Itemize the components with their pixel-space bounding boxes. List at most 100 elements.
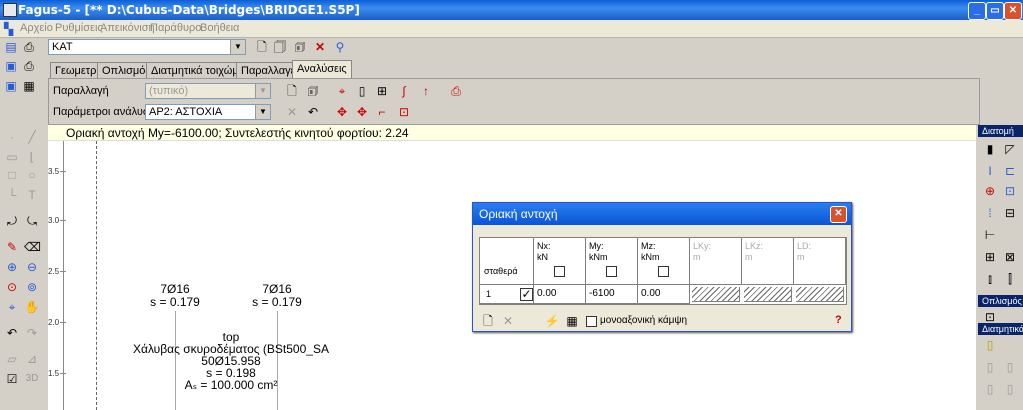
dialog-title: Οριακή αντοχή [479, 207, 558, 221]
calculate-icon[interactable]: ⚡ [543, 312, 561, 330]
edit-part-icon[interactable]: ⊡ [1002, 183, 1018, 199]
chevron-down-icon[interactable]: ▼ [230, 40, 245, 54]
section-poly-icon[interactable]: ◸ [1002, 141, 1018, 157]
y-tick-mark [60, 171, 66, 172]
row-select-checkbox[interactable]: ✓ [520, 288, 533, 301]
mn-diagram-icon[interactable]: ⌐ [373, 103, 391, 121]
new-params-icon[interactable]: 🗋 [283, 82, 301, 100]
save-icon[interactable]: ▣ [2, 57, 20, 75]
shear-icon[interactable]: ⊡ [395, 103, 413, 121]
params-select[interactable]: ΑΡ2: ΑΣΤΟΧΙΑ ▼ [145, 104, 271, 120]
ultimate-icon[interactable]: ✥ [333, 103, 351, 121]
section-analysis-icon[interactable]: ▯ [353, 82, 371, 100]
variant-select: (τυπικό) ▼ [145, 83, 271, 99]
menu-file[interactable]: Αρχείο [20, 22, 53, 34]
mz-cell[interactable]: 0.00 [638, 285, 690, 304]
app-icon[interactable] [3, 3, 17, 17]
column-ld-unit: m [797, 252, 805, 262]
dialog-close-button[interactable]: ✕ [830, 206, 847, 223]
print-preview-icon[interactable]: ⎙ [20, 57, 38, 75]
add-part-icon[interactable]: ⊕ [982, 183, 998, 199]
eraser-icon[interactable]: ⌫ [24, 239, 41, 255]
menu-settings[interactable]: Ρυθμίσεις [55, 22, 103, 34]
save-all-icon[interactable]: ▣ [2, 77, 20, 95]
i-beam-icon[interactable]: I [982, 163, 998, 179]
chevron-down-icon[interactable]: ▼ [255, 105, 270, 119]
align-icon[interactable]: ⫾ [982, 271, 998, 287]
right-header-shear: Διατμητικά [978, 323, 1023, 335]
y-tick: 3.5 [48, 167, 60, 176]
window-title: Fagus-5 - [** D:\Cubus-Data\Bridges\BRID… [18, 3, 360, 17]
zoom-fit-icon[interactable]: ⌖ [4, 299, 20, 315]
column-mz-unit: kNm [641, 252, 660, 262]
curve-icon[interactable]: ∫ [395, 82, 413, 100]
export-icon[interactable]: ▦ [20, 77, 38, 95]
stress-analysis-icon[interactable]: ⌖ [333, 82, 351, 100]
close-button[interactable]: ✕ [1004, 2, 1022, 20]
delete-section-icon[interactable]: ✕ [311, 38, 329, 56]
mdi-icon[interactable]: ▚ [4, 22, 13, 36]
limit-icon[interactable]: ↑ [417, 82, 435, 100]
checklist-icon[interactable]: ☑ [4, 371, 20, 387]
section-rect-icon[interactable]: ▮ [982, 141, 998, 157]
undo-view-icon[interactable]: ↶ [4, 325, 20, 341]
new-row-icon[interactable]: 🗋 [479, 312, 497, 330]
undo-icon[interactable]: ↶ [304, 103, 322, 121]
tab-analyses[interactable]: Αναλύσεις [292, 60, 352, 80]
shear-b-icon: ▯ [1006, 382, 1014, 396]
pan-hand-icon[interactable]: ✋ [24, 299, 40, 315]
section-select[interactable]: ΚΑΤ ▼ [48, 39, 246, 55]
offset-icon[interactable]: ⫿ [1002, 271, 1018, 287]
y-tick-mark [60, 220, 66, 221]
edit-params-icon[interactable]: 🗊 [304, 82, 322, 100]
menu-window[interactable]: Παράθυρο [150, 22, 201, 34]
help-icon[interactable]: ? [835, 314, 842, 326]
my-cell[interactable]: -6100 [586, 285, 638, 304]
mirror-icon[interactable]: ⤿ [24, 213, 40, 229]
column-lkz-name: LKz: [745, 241, 764, 251]
column-lkz: LKz: m [742, 238, 794, 285]
join-icon[interactable]: ⊠ [1002, 249, 1018, 265]
uniaxial-label: μονοαξονική κάμψη [600, 315, 688, 326]
bar-edit-icon[interactable]: ⊟ [1002, 205, 1018, 221]
table-icon[interactable]: ▦ [563, 312, 581, 330]
menu-view[interactable]: Απεικόνιση [100, 22, 155, 34]
report-icon[interactable]: ⎙ [447, 82, 465, 100]
column-my-unit: kNm [589, 252, 608, 262]
nx-cell[interactable]: 0.00 [534, 285, 586, 304]
filter-icon[interactable]: ⚲ [331, 38, 349, 56]
pencil-icon[interactable]: ✎ [4, 239, 20, 255]
shear-wall-icon[interactable]: ▯ [982, 337, 998, 353]
rotate-icon[interactable]: ⤾ [4, 213, 20, 229]
zoom-out-icon[interactable]: ⊖ [24, 259, 40, 275]
moment-icon[interactable]: ✥ [353, 103, 371, 121]
maximize-button[interactable]: ▭ [986, 2, 1004, 20]
zoom-all-icon[interactable]: ⊚ [24, 279, 40, 295]
column-nx-unit: kN [537, 252, 548, 262]
table-row[interactable]: 1 ✓ [480, 285, 534, 304]
nx-fixed-checkbox[interactable] [554, 266, 565, 277]
copy-section-icon[interactable]: 🗍 [271, 38, 289, 56]
rect-icon: ▭ [6, 150, 18, 164]
open-icon[interactable]: ▤ [2, 38, 20, 56]
zoom-in-icon[interactable]: ⊕ [4, 259, 20, 275]
dimension-icon: └ [7, 188, 17, 202]
split-icon[interactable]: ⊞ [982, 249, 998, 265]
print-icon[interactable]: ⎙ [20, 38, 38, 56]
menu-help[interactable]: Βοήθεια [200, 22, 239, 34]
my-fixed-checkbox[interactable] [606, 266, 617, 277]
channel-icon[interactable]: ⊏ [1002, 163, 1018, 179]
bars-icon[interactable]: ⁞ [982, 205, 998, 221]
variant-select-value: (τυπικό) [149, 85, 189, 97]
minimize-button[interactable]: _ [968, 2, 986, 20]
dialog-title-bar[interactable]: Οριακή αντοχή ✕ [473, 203, 851, 225]
params-select-value: ΑΡ2: ΑΣΤΟΧΙΑ [149, 106, 223, 118]
zoom-window-icon[interactable]: ⊙ [4, 279, 20, 295]
mz-fixed-checkbox[interactable] [658, 266, 669, 277]
section-properties-icon[interactable]: 🗊 [291, 38, 309, 56]
dimension-line-icon[interactable]: ⊢ [982, 227, 998, 243]
new-section-icon[interactable]: 🗋 [253, 38, 271, 56]
mz-value: 0.00 [641, 288, 661, 299]
uniaxial-checkbox[interactable] [586, 316, 597, 327]
interaction-icon[interactable]: ⊞ [373, 82, 391, 100]
